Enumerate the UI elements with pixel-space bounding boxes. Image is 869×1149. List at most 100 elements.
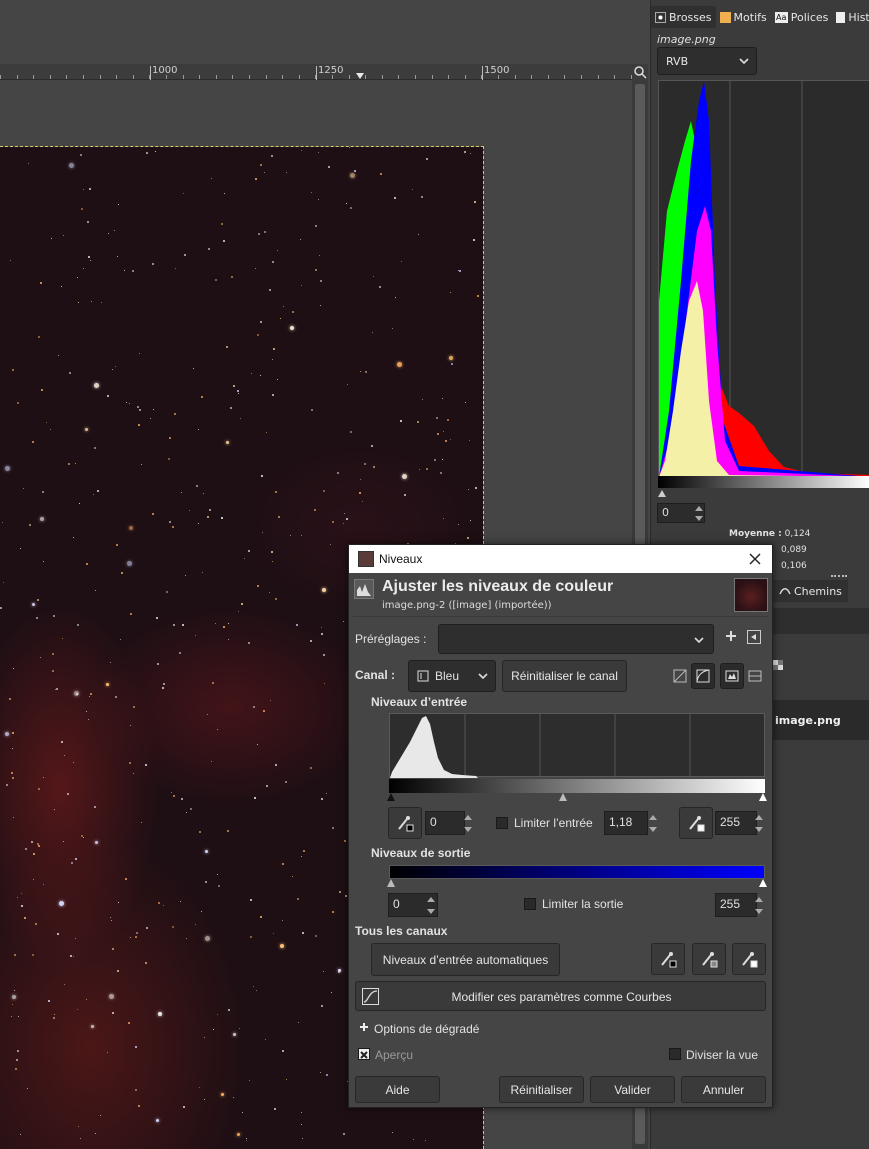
ok-button[interactable]: Valider xyxy=(590,1076,675,1103)
star xyxy=(395,297,396,298)
ruler-label: 1250 xyxy=(318,65,344,76)
star xyxy=(117,256,118,257)
stat-value: 0,124 xyxy=(784,529,811,539)
layer-list-item[interactable]: image.png xyxy=(773,700,869,740)
star xyxy=(301,1112,302,1113)
clamp-input-checkbox[interactable] xyxy=(496,817,508,829)
cancel-button[interactable]: Annuler xyxy=(681,1076,766,1103)
star xyxy=(20,1134,21,1135)
spin-arrows-icon[interactable] xyxy=(461,811,475,835)
star xyxy=(91,1025,94,1028)
input-gamma-handle[interactable] xyxy=(559,793,567,801)
spin-arrows-icon[interactable] xyxy=(646,811,660,835)
linear-histogram-button[interactable] xyxy=(668,663,692,689)
pick-white-point-all-button[interactable] xyxy=(732,943,766,975)
tab-fonts[interactable]: Aa Polices xyxy=(770,6,833,28)
close-button[interactable] xyxy=(745,549,765,569)
ruler-minor-tick xyxy=(199,75,200,79)
star xyxy=(23,488,24,489)
star xyxy=(36,617,38,619)
star xyxy=(121,572,123,574)
histogram-overlay-button[interactable] xyxy=(743,663,767,689)
preview-checkbox[interactable] xyxy=(358,1048,370,1060)
stat-row: 0,106 xyxy=(781,561,807,571)
star xyxy=(249,1080,250,1081)
expander-plus-icon[interactable] xyxy=(359,1022,369,1032)
auto-input-levels-button[interactable]: Niveaux d’entrée automatiques xyxy=(371,943,560,976)
star xyxy=(83,268,84,269)
input-low-handle[interactable] xyxy=(387,793,395,801)
star xyxy=(394,197,396,199)
star xyxy=(473,239,475,241)
star xyxy=(130,725,131,726)
help-button[interactable]: Aide xyxy=(355,1076,440,1103)
star xyxy=(290,535,291,536)
star xyxy=(339,891,341,893)
input-gamma-field[interactable]: 1,18 xyxy=(604,811,648,835)
star xyxy=(89,188,91,190)
histogram-view-button[interactable] xyxy=(720,663,744,689)
output-high-field[interactable]: 255 xyxy=(715,893,757,917)
alpha-lock-icon[interactable] xyxy=(773,660,783,670)
reset-channel-button[interactable]: Réinitialiser le canal xyxy=(502,660,627,692)
add-preset-button[interactable] xyxy=(723,629,739,645)
ruler-tick xyxy=(482,66,483,80)
star xyxy=(110,917,111,918)
channel-select[interactable]: Bleu xyxy=(408,660,496,692)
close-icon xyxy=(749,553,761,565)
presets-select[interactable] xyxy=(438,624,714,654)
clamp-output-checkbox[interactable] xyxy=(524,898,536,910)
star xyxy=(255,268,256,269)
spin-arrows-icon[interactable] xyxy=(693,503,705,523)
pick-white-point-button[interactable] xyxy=(679,807,713,839)
ruler-pointer-marker xyxy=(356,73,364,79)
star xyxy=(52,653,54,655)
star xyxy=(321,633,323,635)
tab-history[interactable]: Histo xyxy=(832,6,869,28)
dialog-titlebar[interactable]: Niveaux xyxy=(349,545,772,573)
blending-options-expander[interactable]: Options de dégradé xyxy=(374,1022,479,1036)
tab-patterns[interactable]: Motifs xyxy=(715,6,771,28)
star xyxy=(365,371,367,373)
star xyxy=(53,615,55,617)
spin-arrows-icon[interactable] xyxy=(752,811,766,835)
histogram-channel-select[interactable]: RVB xyxy=(657,47,757,75)
star xyxy=(107,395,109,397)
input-low-field[interactable]: 0 xyxy=(425,811,465,835)
navigate-icon[interactable] xyxy=(632,64,648,80)
star xyxy=(422,399,423,400)
tab-label: Histo xyxy=(848,10,869,24)
histogram-range-handle[interactable] xyxy=(658,490,666,497)
spin-arrows-icon[interactable] xyxy=(752,893,766,917)
input-high-handle[interactable] xyxy=(759,793,767,801)
star xyxy=(80,154,82,156)
star xyxy=(138,424,140,426)
output-low-handle[interactable] xyxy=(387,879,395,887)
ruler-minor-tick xyxy=(299,75,300,79)
star xyxy=(190,808,192,810)
ruler-minor-tick xyxy=(382,75,383,79)
output-high-handle[interactable] xyxy=(759,879,767,887)
reset-button[interactable]: Réinitialiser xyxy=(499,1076,584,1103)
presets-menu-button[interactable] xyxy=(747,630,761,644)
pick-gray-point-all-button[interactable] xyxy=(692,943,726,975)
split-view-checkbox[interactable] xyxy=(669,1048,681,1060)
star xyxy=(266,432,267,433)
dock-resize-handle[interactable] xyxy=(831,575,847,578)
star xyxy=(129,526,133,530)
pick-black-point-button[interactable] xyxy=(388,807,422,839)
star xyxy=(130,613,132,615)
star xyxy=(75,938,76,939)
ruler-minor-tick xyxy=(0,75,1,79)
star xyxy=(6,784,8,786)
star xyxy=(70,955,72,957)
tab-paths[interactable]: Chemins xyxy=(773,580,848,602)
log-histogram-button[interactable] xyxy=(691,663,715,689)
tab-brushes[interactable]: Brosses xyxy=(651,6,716,28)
edit-as-curves-button[interactable]: Modifier ces paramètres comme Courbes xyxy=(355,981,766,1011)
ruler-minor-tick xyxy=(33,75,34,79)
input-high-field[interactable]: 255 xyxy=(715,811,757,835)
pick-black-point-all-button[interactable] xyxy=(651,943,685,975)
spin-arrows-icon[interactable] xyxy=(424,893,438,917)
layer-mode-row[interactable] xyxy=(773,608,869,634)
